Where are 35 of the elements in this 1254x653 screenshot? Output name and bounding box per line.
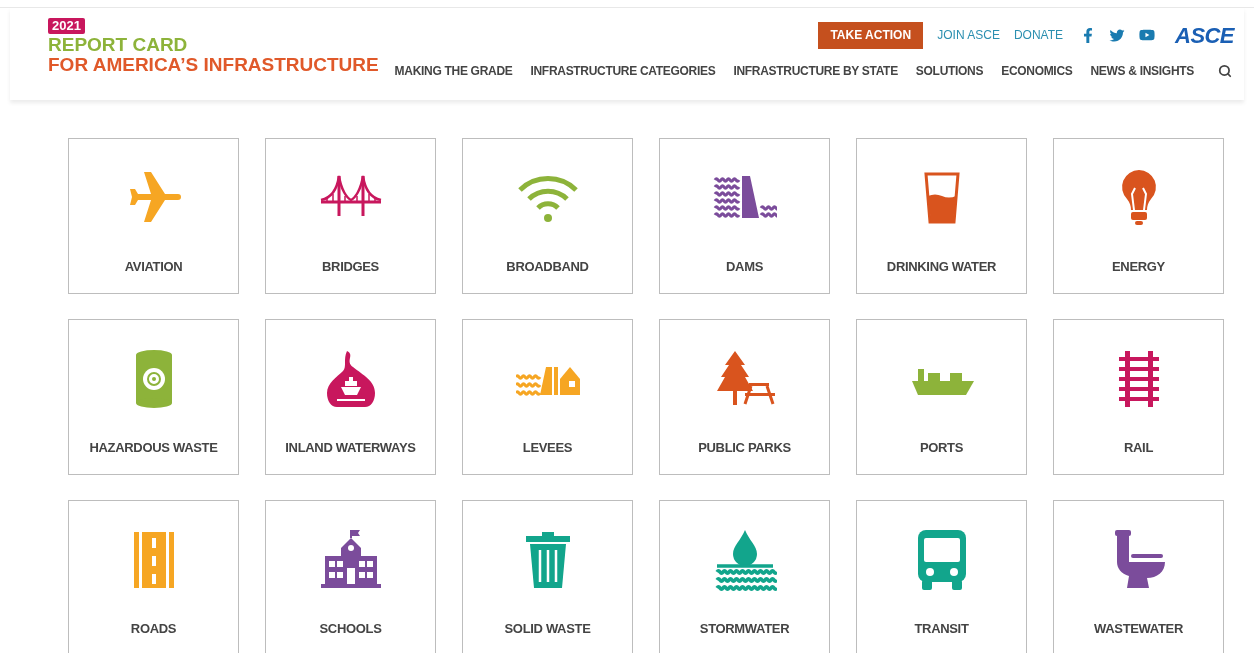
category-tile[interactable]: PUBLIC PARKS: [659, 319, 830, 475]
category-tile[interactable]: SOLID WASTE: [462, 500, 633, 653]
category-tile[interactable]: DRINKING WATER: [856, 138, 1027, 294]
category-tile[interactable]: PORTS: [856, 319, 1027, 475]
category-tile[interactable]: BROADBAND: [462, 138, 633, 294]
nav-link[interactable]: SOLUTIONS: [915, 62, 984, 80]
twitter-icon[interactable]: [1109, 27, 1126, 43]
category-tile[interactable]: AVIATION: [68, 138, 239, 294]
category-tile[interactable]: RAIL: [1053, 319, 1224, 475]
category-tile[interactable]: HAZARDOUS WASTE: [68, 319, 239, 475]
nav-link[interactable]: ECONOMICS: [1001, 62, 1073, 80]
category-tile[interactable]: STORMWATER: [659, 500, 830, 653]
category-tile[interactable]: BRIDGES: [265, 138, 436, 294]
logo-subtitle: FOR AMERICA’S INFRASTRUCTURE: [48, 55, 379, 75]
category-tile[interactable]: LEVEES: [462, 319, 633, 475]
category-tile[interactable]: ENERGY: [1053, 138, 1224, 294]
category-tile[interactable]: WASTEWATER: [1053, 500, 1224, 653]
youtube-icon[interactable]: [1139, 27, 1156, 43]
nav-link[interactable]: INFRASTRUCTURE CATEGORIES: [530, 62, 716, 80]
category-tile[interactable]: ROADS: [68, 500, 239, 653]
take-action-button[interactable]: TAKE ACTION: [818, 21, 924, 49]
category-tile[interactable]: DAMS: [659, 138, 830, 294]
nav-link[interactable]: INFRASTRUCTURE BY STATE: [733, 62, 898, 80]
category-tile[interactable]: TRANSIT: [856, 500, 1027, 653]
header-link[interactable]: DONATE: [1013, 26, 1064, 44]
brand-logo[interactable]: ASCE: [1175, 18, 1234, 52]
category-tile[interactable]: INLAND WATERWAYS: [265, 319, 436, 475]
nav-link[interactable]: NEWS & INSIGHTS: [1090, 62, 1194, 80]
logo-title: REPORT CARD: [48, 35, 188, 55]
nav-link[interactable]: MAKING THE GRADE: [394, 62, 513, 80]
search-icon[interactable]: [1218, 64, 1232, 78]
site-logo[interactable]: 2021 REPORT CARD FOR AMERICA’S INFRASTRUCTURE: [48, 8, 379, 100]
year-badge: 2021: [48, 18, 85, 34]
header-link[interactable]: JOIN ASCE: [937, 26, 1000, 44]
category-tile[interactable]: SCHOOLS: [265, 500, 436, 653]
